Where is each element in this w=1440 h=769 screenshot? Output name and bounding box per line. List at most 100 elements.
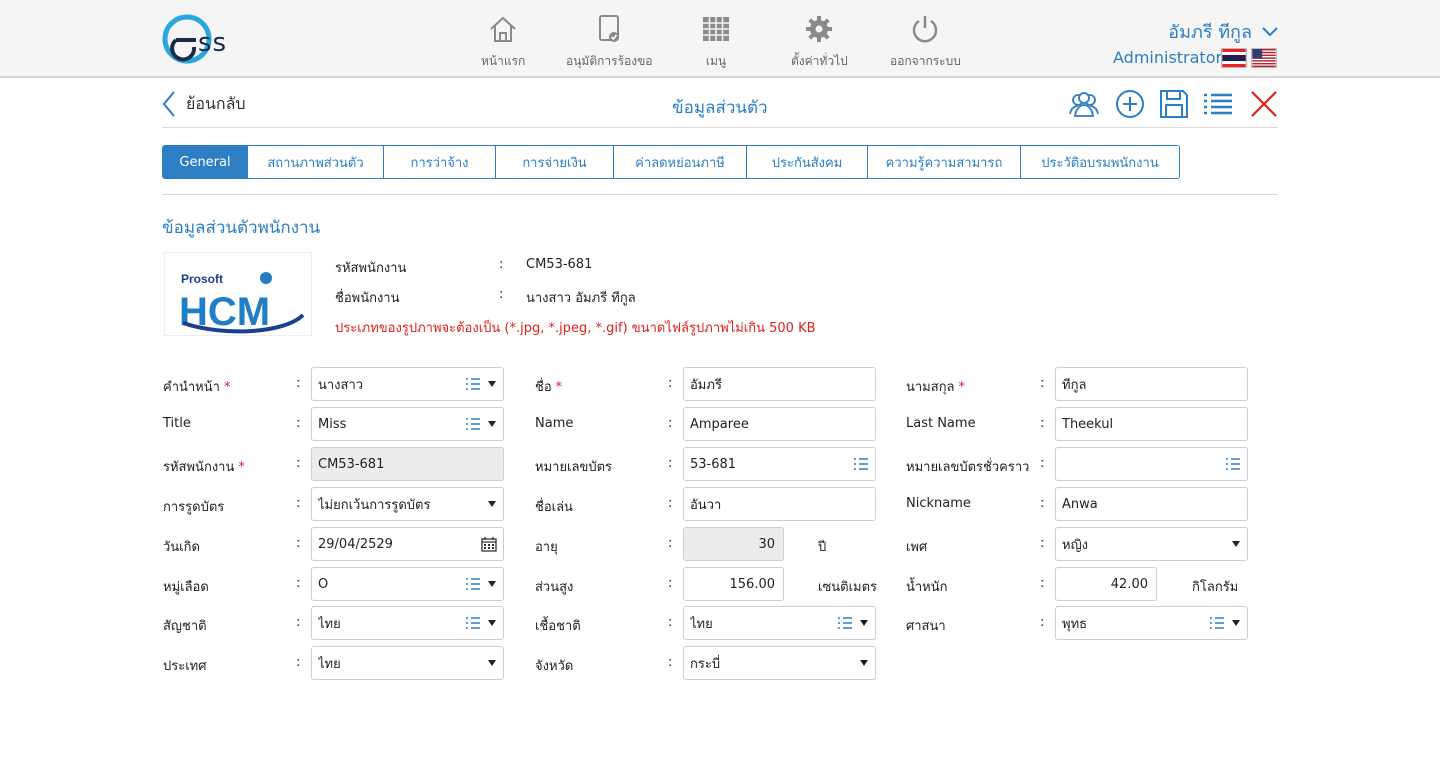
photo-warning: ประเภทของรูปภาพจะต้องเป็น (*.jpg, *.jpeg… bbox=[335, 321, 816, 336]
logo-brand-top: Prosoft bbox=[181, 272, 223, 286]
nickname-en-input[interactable]: Anwa bbox=[1055, 487, 1248, 521]
dropdown-arrow-icon bbox=[488, 581, 496, 587]
last-name-th-input[interactable]: ทีกูล bbox=[1055, 367, 1248, 401]
chevron-left-icon bbox=[162, 91, 175, 117]
group-users-icon[interactable] bbox=[1068, 88, 1100, 120]
employee-photo[interactable]: Prosoft HCM bbox=[164, 252, 312, 336]
summary-name-label: ชื่อพนักงาน bbox=[335, 291, 400, 306]
colon: : bbox=[296, 456, 301, 471]
dropdown-arrow-icon bbox=[1232, 620, 1240, 626]
colon: : bbox=[296, 536, 301, 551]
power-icon bbox=[913, 16, 938, 43]
sub-toolbar: ย้อนกลับ ข้อมูลส่วนตัว bbox=[162, 84, 1278, 128]
colon: : bbox=[1040, 456, 1045, 471]
prefix-th-select[interactable]: นางสาว bbox=[311, 367, 504, 401]
nickname-en-label: Nickname bbox=[906, 496, 971, 511]
height-input[interactable]: 156.00 bbox=[683, 567, 784, 601]
logo-text: SS bbox=[198, 28, 228, 58]
nav-settings-label: ตั้งค่าทั่วไป bbox=[791, 54, 848, 68]
list-picker-icon[interactable] bbox=[465, 377, 481, 391]
nav-menu-label: เมนู bbox=[705, 54, 727, 68]
user-menu[interactable]: อัมภรี ทีกูล bbox=[1168, 17, 1278, 46]
back-button[interactable]: ย้อนกลับ bbox=[162, 90, 246, 118]
temp-card-input[interactable] bbox=[1055, 447, 1248, 481]
list-picker-icon[interactable] bbox=[1225, 457, 1241, 471]
religion-select[interactable]: พุทธ bbox=[1055, 606, 1248, 640]
temp-card-label: หมายเลขบัตรชั่วคราว bbox=[906, 460, 1030, 475]
dropdown-arrow-icon bbox=[860, 660, 868, 666]
list-picker-icon[interactable] bbox=[853, 457, 869, 471]
top-bar: SS หน้าแรก อนุมัติการร้องขอ เมนู ตั้งค่า… bbox=[0, 0, 1440, 78]
thai-flag-icon[interactable] bbox=[1221, 48, 1247, 68]
close-icon[interactable] bbox=[1248, 88, 1280, 120]
tab-tax-deduction[interactable]: ค่าลดหย่อนภาษี bbox=[614, 146, 747, 178]
title-en-select[interactable]: Miss bbox=[311, 407, 504, 441]
birth-date-input[interactable]: 29/04/2529 bbox=[311, 527, 504, 561]
summary-name-value: นางสาว อัมภรี ทีกูล bbox=[526, 291, 636, 306]
age-input: 30 bbox=[683, 527, 784, 561]
colon: : bbox=[1040, 536, 1045, 551]
us-flag-icon[interactable] bbox=[1251, 48, 1277, 68]
nav-logout[interactable]: ออกจากระบบ bbox=[890, 14, 961, 71]
nav-approve-label: อนุมัติการร้องขอ bbox=[566, 54, 653, 68]
tab-employment[interactable]: การว่าจ้าง bbox=[384, 146, 496, 178]
nav-settings[interactable]: ตั้งค่าทั่วไป bbox=[791, 14, 848, 71]
swipe-select[interactable]: ไม่ยกเว้นการรูดบัตร bbox=[311, 487, 504, 521]
user-name: อัมภรี ทีกูล bbox=[1168, 22, 1252, 43]
add-circle-icon[interactable] bbox=[1114, 88, 1146, 120]
country-select[interactable]: ไทย bbox=[311, 646, 504, 680]
dropdown-arrow-icon bbox=[488, 421, 496, 427]
colon: : bbox=[296, 615, 301, 630]
chevron-down-icon bbox=[1262, 26, 1278, 36]
list-picker-icon[interactable] bbox=[1209, 616, 1225, 630]
tab-general[interactable]: General bbox=[163, 146, 248, 178]
province-select[interactable]: กระบี่ bbox=[683, 646, 876, 680]
colon: : bbox=[1040, 376, 1045, 391]
gender-label: เพศ bbox=[906, 540, 928, 555]
dropdown-arrow-icon bbox=[488, 660, 496, 666]
list-picker-icon[interactable] bbox=[465, 417, 481, 431]
blood-select[interactable]: O bbox=[311, 567, 504, 601]
height-unit: เซนติเมตร bbox=[818, 580, 878, 595]
colon: : bbox=[1040, 416, 1045, 431]
title-en-label: Title bbox=[163, 416, 191, 431]
user-role: Administrator bbox=[1113, 48, 1223, 67]
tab-knowledge[interactable]: ความรู้ความสามารถ bbox=[868, 146, 1021, 178]
weight-label: น้ำหนัก bbox=[906, 580, 948, 595]
summary-code-value: CM53-681 bbox=[526, 257, 593, 272]
save-icon[interactable] bbox=[1158, 88, 1190, 120]
dropdown-arrow-icon bbox=[1232, 541, 1240, 547]
tab-personal-status[interactable]: สถานภาพส่วนตัว bbox=[248, 146, 384, 178]
nav-menu[interactable]: เมนู bbox=[701, 14, 731, 71]
list-picker-icon[interactable] bbox=[465, 577, 481, 591]
first-name-th-input[interactable]: อัมภรี bbox=[683, 367, 876, 401]
list-picker-icon[interactable] bbox=[465, 616, 481, 630]
colon: : bbox=[668, 576, 673, 591]
calendar-icon[interactable] bbox=[481, 536, 497, 552]
colon: : bbox=[1040, 496, 1045, 511]
list-icon[interactable] bbox=[1202, 88, 1234, 120]
colon: : bbox=[296, 576, 301, 591]
dropdown-arrow-icon bbox=[860, 620, 868, 626]
tab-training-history[interactable]: ประวัติอบรมพนักงาน bbox=[1021, 146, 1179, 178]
colon: : bbox=[1040, 576, 1045, 591]
tab-payment[interactable]: การจ่ายเงิน bbox=[496, 146, 614, 178]
weight-input[interactable]: 42.00 bbox=[1055, 567, 1157, 601]
gender-select[interactable]: หญิง bbox=[1055, 527, 1248, 561]
nickname-th-input[interactable]: อันวา bbox=[683, 487, 876, 521]
race-select[interactable]: ไทย bbox=[683, 606, 876, 640]
dropdown-arrow-icon bbox=[488, 501, 496, 507]
tab-bar: General สถานภาพส่วนตัว การว่าจ้าง การจ่า… bbox=[162, 145, 1180, 179]
nationality-select[interactable]: ไทย bbox=[311, 606, 504, 640]
nav-home[interactable]: หน้าแรก bbox=[481, 14, 525, 71]
name-en-label: Name bbox=[535, 416, 574, 431]
card-no-input[interactable]: 53-681 bbox=[683, 447, 876, 481]
tab-social-security[interactable]: ประกันสังคม bbox=[747, 146, 868, 178]
name-en-input[interactable]: Amparee bbox=[683, 407, 876, 441]
summary-code-label: รหัสพนักงาน bbox=[335, 261, 407, 276]
nav-approve[interactable]: อนุมัติการร้องขอ bbox=[566, 14, 652, 71]
dropdown-arrow-icon bbox=[488, 620, 496, 626]
country-label: ประเทศ bbox=[163, 659, 207, 674]
list-picker-icon[interactable] bbox=[837, 616, 853, 630]
last-name-en-input[interactable]: Theekul bbox=[1055, 407, 1248, 441]
